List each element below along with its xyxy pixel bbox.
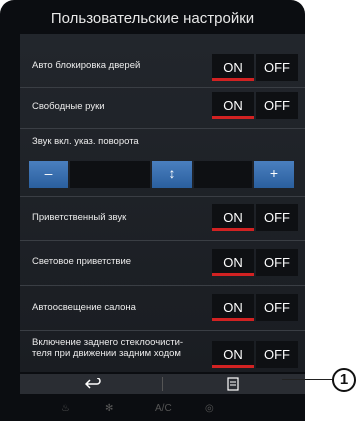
toggle-on-button[interactable]: ON [212,341,254,368]
seat-heat-icon[interactable]: ♨ [61,403,70,414]
setting-label: Включение заднего стеклоочисти- теля при… [32,337,183,359]
setting-label: Световое приветствие [32,256,132,267]
toggle-off-button[interactable]: OFF [256,294,298,321]
toggle-off-button[interactable]: OFF [256,54,298,81]
toggle-auto-interior-light[interactable]: ON OFF [212,294,298,321]
toggle-off-button[interactable]: OFF [256,249,298,276]
increase-button[interactable]: + [254,161,294,188]
toggle-on-button[interactable]: ON [212,204,254,231]
volume-handle[interactable]: ↕ [152,161,192,188]
toggle-light-welcome[interactable]: ON OFF [212,249,298,276]
toggle-off-button[interactable]: OFF [256,204,298,231]
back-arrow-icon [84,377,101,389]
save-button[interactable] [168,374,298,394]
fan-icon[interactable]: ✻ [105,403,113,414]
toggle-on-button[interactable]: ON [212,54,254,81]
save-icon [227,377,239,391]
divider [162,377,163,391]
callout-line [282,379,334,380]
bottom-bar [20,374,305,394]
back-button[interactable] [28,374,158,394]
decrease-button[interactable]: – [29,161,68,188]
toggle-rear-wiper[interactable]: ON OFF [212,341,298,368]
ac-icon[interactable]: A/C [155,403,172,414]
screen: Пользовательские настройки Авто блокиров… [0,0,305,421]
turn-signal-volume-stepper: – ↕ + [29,161,294,188]
page-title: Пользовательские настройки [50,10,255,27]
toggle-welcome-sound[interactable]: ON OFF [212,204,298,231]
volume-field-left [70,161,150,188]
setting-label: Авто блокировка дверей [32,60,141,71]
settings-icon[interactable]: ◎ [205,403,214,414]
callout-number: 1 [332,368,356,392]
climate-dock: ♨ ✻ A/C ◎ [55,400,275,418]
toggle-on-button[interactable]: ON [212,92,254,119]
toggle-off-button[interactable]: OFF [256,92,298,119]
toggle-on-button[interactable]: ON [212,294,254,321]
toggle-off-button[interactable]: OFF [256,341,298,368]
toggle-on-button[interactable]: ON [212,249,254,276]
setting-label-line1: Включение заднего стеклоочисти- [32,337,184,348]
setting-label: Свободные руки [32,101,105,112]
toggle-hands-free[interactable]: ON OFF [212,92,298,119]
setting-label: Звук вкл. указ. поворота [32,136,139,147]
setting-label: Автоосвещение салона [32,302,136,313]
toggle-auto-lock[interactable]: ON OFF [212,54,298,81]
setting-label-line2: теля при движении задним ходом [32,348,181,359]
volume-field-right [194,161,252,188]
setting-label: Приветственный звук [32,212,127,223]
